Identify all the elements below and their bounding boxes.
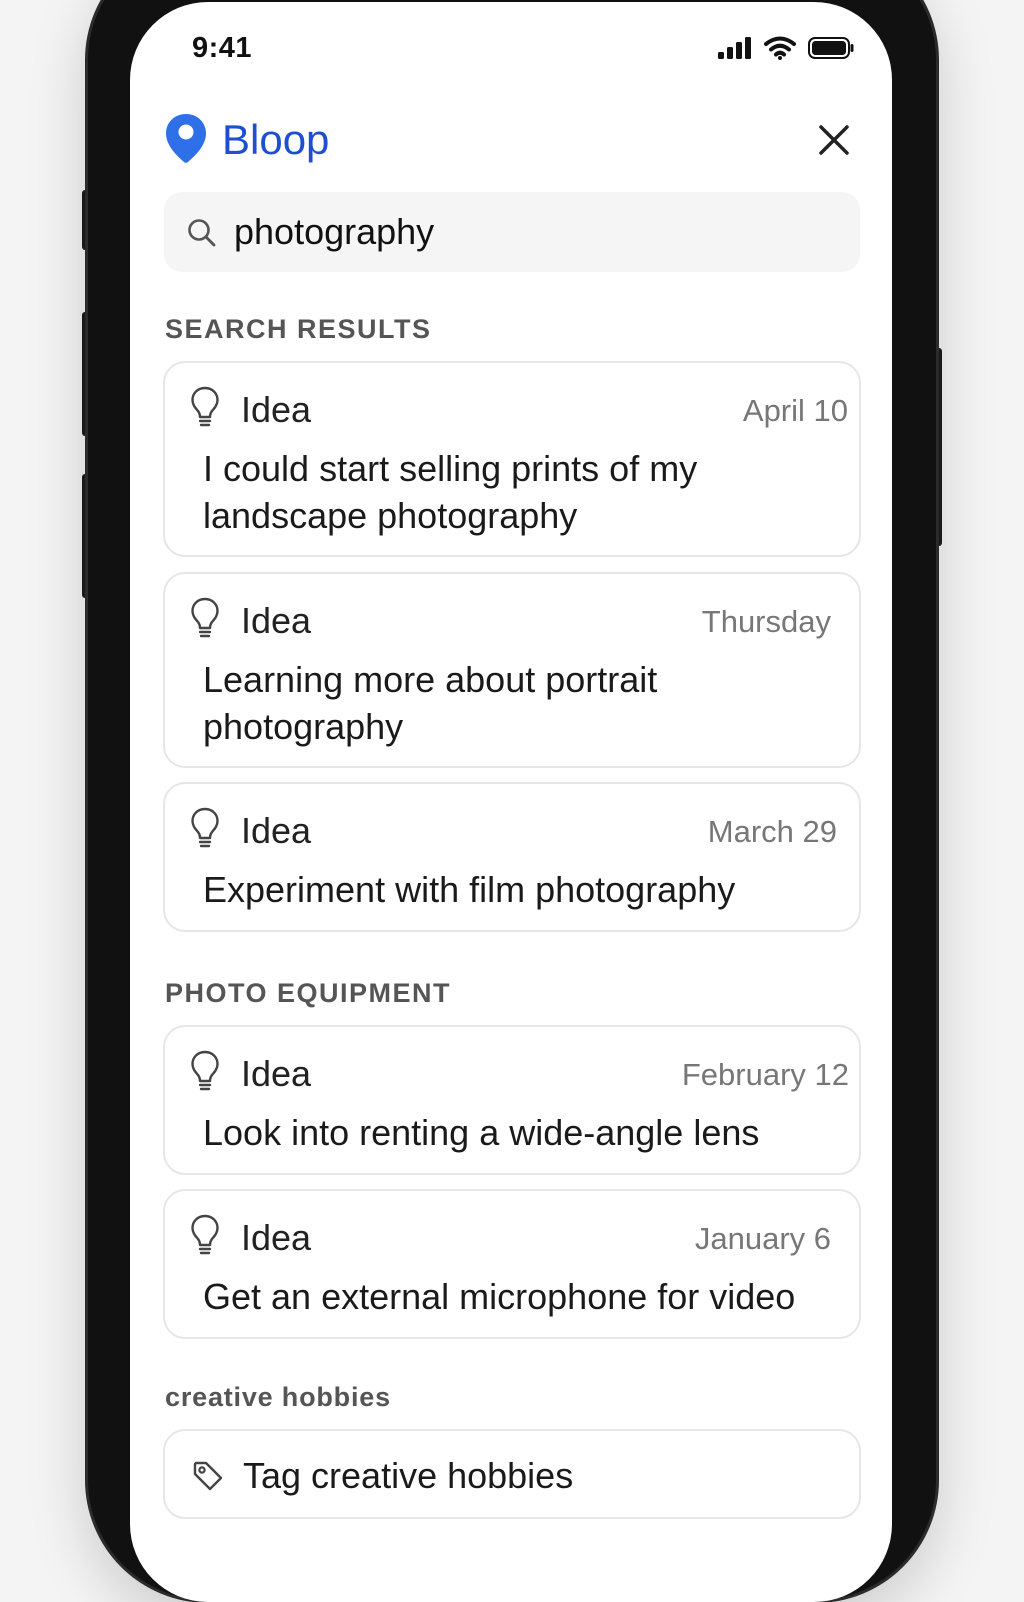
- idea-card[interactable]: Idea Thursday Learning more about portra…: [163, 572, 861, 768]
- app-title: Bloop: [222, 116, 330, 163]
- card-date: April 10: [742, 393, 848, 428]
- card-type-label: Idea: [241, 1217, 312, 1258]
- tag-card[interactable]: Tag creative hobbies: [163, 1429, 861, 1519]
- card-date: February 12: [681, 1057, 849, 1092]
- search-icon: [188, 219, 216, 247]
- card-type-label: Idea: [241, 1053, 312, 1094]
- card-date: Thursday: [701, 604, 831, 639]
- battery-icon: [808, 37, 854, 59]
- card-date: January 6: [694, 1221, 831, 1256]
- status-time: 9:41: [192, 32, 253, 64]
- card-text: I could start selling prints of my lands…: [203, 448, 698, 536]
- idea-card[interactable]: Idea March 29 Experiment with film photo…: [163, 782, 861, 932]
- cellular-signal-icon: [718, 37, 751, 59]
- card-text: Experiment with film photography: [203, 869, 736, 910]
- card-text: Look into renting a wide-angle lens: [203, 1112, 760, 1153]
- card-date: March 29: [707, 814, 837, 849]
- card-type-label: Idea: [241, 810, 312, 851]
- lightbulb-icon: [191, 1214, 219, 1255]
- close-icon[interactable]: [814, 120, 854, 160]
- status-bar: 9:41: [130, 2, 892, 92]
- idea-card[interactable]: Idea February 12 Look into renting a wid…: [163, 1025, 861, 1175]
- tag-icon: [193, 1461, 223, 1491]
- search-input[interactable]: [234, 208, 834, 256]
- tag-text: Tag creative hobbies: [243, 1455, 574, 1496]
- lightbulb-icon: [191, 1050, 219, 1091]
- close-button[interactable]: [814, 120, 854, 160]
- lightbulb-icon: [191, 386, 219, 427]
- card-type-label: Idea: [241, 389, 312, 430]
- card-text: Get an external microphone for video: [203, 1276, 796, 1317]
- idea-card[interactable]: Idea January 6 Get an external microphon…: [163, 1189, 861, 1339]
- idea-card[interactable]: Idea April 10 I could start selling prin…: [163, 361, 861, 557]
- search-bar[interactable]: [164, 192, 860, 272]
- status-icons: [718, 36, 854, 60]
- card-type-label: Idea: [241, 600, 312, 641]
- lightbulb-icon: [191, 597, 219, 638]
- section-label-photo-equipment: PHOTO EQUIPMENT: [165, 978, 452, 1008]
- section-label-creative-hobbies: creative hobbies: [165, 1382, 391, 1412]
- location-pin-icon: [166, 114, 206, 163]
- card-text: Learning more about portrait photography: [203, 659, 658, 747]
- wifi-icon: [764, 36, 796, 60]
- section-label-search-results: SEARCH RESULTS: [165, 314, 432, 344]
- app-header: Bloop: [164, 110, 854, 170]
- lightbulb-icon: [191, 807, 219, 848]
- phone-screen: 9:41 Bloop photography SEARCH RESULTS Id…: [130, 2, 892, 1602]
